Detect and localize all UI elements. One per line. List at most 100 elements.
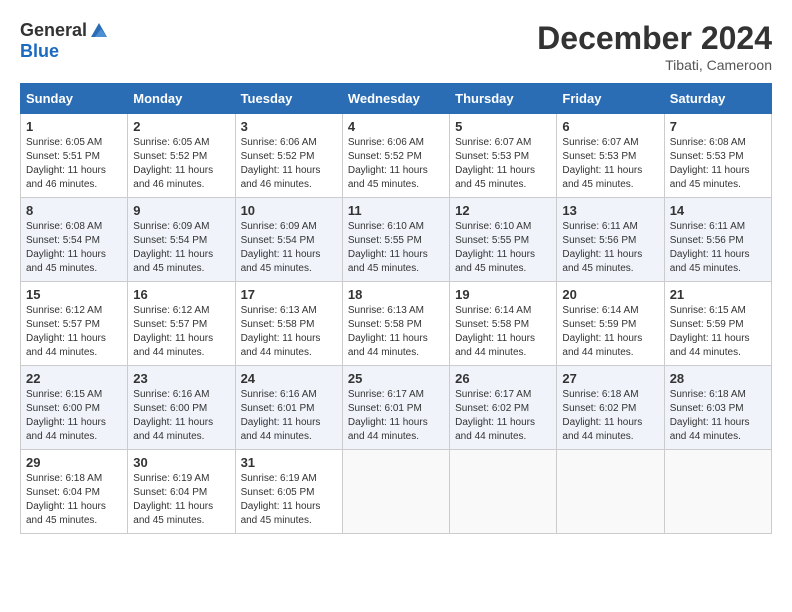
day-number: 4 <box>348 119 444 134</box>
day-number: 15 <box>26 287 122 302</box>
day-info: Sunrise: 6:05 AM Sunset: 5:52 PM Dayligh… <box>133 136 229 192</box>
day-info: Sunrise: 6:16 AM Sunset: 6:01 PM Dayligh… <box>241 388 337 444</box>
day-number: 7 <box>670 119 766 134</box>
day-info: Sunrise: 6:15 AM Sunset: 5:59 PM Dayligh… <box>670 304 766 360</box>
day-number: 16 <box>133 287 229 302</box>
day-info: Sunrise: 6:19 AM Sunset: 6:04 PM Dayligh… <box>133 472 229 528</box>
day-info: Sunrise: 6:14 AM Sunset: 5:59 PM Dayligh… <box>562 304 658 360</box>
day-number: 31 <box>241 455 337 470</box>
calendar-table: SundayMondayTuesdayWednesdayThursdayFrid… <box>20 83 772 534</box>
day-number: 22 <box>26 371 122 386</box>
page-header: General Blue December 2024 Tibati, Camer… <box>20 20 772 73</box>
day-number: 28 <box>670 371 766 386</box>
day-number: 18 <box>348 287 444 302</box>
calendar-cell: 2 Sunrise: 6:05 AM Sunset: 5:52 PM Daylig… <box>128 114 235 198</box>
calendar-cell: 25 Sunrise: 6:17 AM Sunset: 6:01 PM Dayli… <box>342 366 449 450</box>
day-info: Sunrise: 6:08 AM Sunset: 5:53 PM Dayligh… <box>670 136 766 192</box>
calendar-header-row: SundayMondayTuesdayWednesdayThursdayFrid… <box>21 84 772 114</box>
day-info: Sunrise: 6:13 AM Sunset: 5:58 PM Dayligh… <box>241 304 337 360</box>
day-info: Sunrise: 6:06 AM Sunset: 5:52 PM Dayligh… <box>241 136 337 192</box>
day-info: Sunrise: 6:17 AM Sunset: 6:02 PM Dayligh… <box>455 388 551 444</box>
calendar-cell <box>450 450 557 534</box>
calendar-cell: 22 Sunrise: 6:15 AM Sunset: 6:00 PM Dayli… <box>21 366 128 450</box>
day-number: 11 <box>348 203 444 218</box>
header-monday: Monday <box>128 84 235 114</box>
logo: General Blue <box>20 20 109 62</box>
day-info: Sunrise: 6:11 AM Sunset: 5:56 PM Dayligh… <box>562 220 658 276</box>
day-number: 29 <box>26 455 122 470</box>
day-info: Sunrise: 6:16 AM Sunset: 6:00 PM Dayligh… <box>133 388 229 444</box>
day-number: 5 <box>455 119 551 134</box>
day-info: Sunrise: 6:09 AM Sunset: 5:54 PM Dayligh… <box>241 220 337 276</box>
calendar-cell: 14Sunrise: 6:11 AM Sunset: 5:56 PM Dayli… <box>664 198 771 282</box>
calendar-cell: 23 Sunrise: 6:16 AM Sunset: 6:00 PM Dayli… <box>128 366 235 450</box>
day-number: 30 <box>133 455 229 470</box>
day-info: Sunrise: 6:18 AM Sunset: 6:03 PM Dayligh… <box>670 388 766 444</box>
calendar-cell: 4 Sunrise: 6:06 AM Sunset: 5:52 PM Daylig… <box>342 114 449 198</box>
calendar-cell: 26 Sunrise: 6:17 AM Sunset: 6:02 PM Dayli… <box>450 366 557 450</box>
calendar-cell: 17 Sunrise: 6:13 AM Sunset: 5:58 PM Dayli… <box>235 282 342 366</box>
calendar-cell: 12 Sunrise: 6:10 AM Sunset: 5:55 PM Dayli… <box>450 198 557 282</box>
day-number: 19 <box>455 287 551 302</box>
calendar-cell: 8 Sunrise: 6:08 AM Sunset: 5:54 PM Daylig… <box>21 198 128 282</box>
calendar-cell: 10Sunrise: 6:09 AM Sunset: 5:54 PM Dayli… <box>235 198 342 282</box>
header-tuesday: Tuesday <box>235 84 342 114</box>
day-info: Sunrise: 6:12 AM Sunset: 5:57 PM Dayligh… <box>133 304 229 360</box>
day-number: 6 <box>562 119 658 134</box>
day-info: Sunrise: 6:10 AM Sunset: 5:55 PM Dayligh… <box>348 220 444 276</box>
day-info: Sunrise: 6:17 AM Sunset: 6:01 PM Dayligh… <box>348 388 444 444</box>
day-number: 26 <box>455 371 551 386</box>
day-number: 17 <box>241 287 337 302</box>
calendar-cell: 24 Sunrise: 6:16 AM Sunset: 6:01 PM Dayli… <box>235 366 342 450</box>
calendar-cell: 16 Sunrise: 6:12 AM Sunset: 5:57 PM Dayli… <box>128 282 235 366</box>
calendar-cell: 27 Sunrise: 6:18 AM Sunset: 6:02 PM Dayli… <box>557 366 664 450</box>
day-info: Sunrise: 6:08 AM Sunset: 5:54 PM Dayligh… <box>26 220 122 276</box>
day-number: 12 <box>455 203 551 218</box>
day-info: Sunrise: 6:10 AM Sunset: 5:55 PM Dayligh… <box>455 220 551 276</box>
day-number: 24 <box>241 371 337 386</box>
day-info: Sunrise: 6:05 AM Sunset: 5:51 PM Dayligh… <box>26 136 122 192</box>
calendar-cell: 19 Sunrise: 6:14 AM Sunset: 5:58 PM Dayli… <box>450 282 557 366</box>
calendar-cell: 30 Sunrise: 6:19 AM Sunset: 6:04 PM Dayli… <box>128 450 235 534</box>
calendar-cell <box>664 450 771 534</box>
day-number: 21 <box>670 287 766 302</box>
logo-general-text: General <box>20 20 87 41</box>
day-info: Sunrise: 6:06 AM Sunset: 5:52 PM Dayligh… <box>348 136 444 192</box>
header-wednesday: Wednesday <box>342 84 449 114</box>
day-info: Sunrise: 6:12 AM Sunset: 5:57 PM Dayligh… <box>26 304 122 360</box>
day-number: 1 <box>26 119 122 134</box>
day-info: Sunrise: 6:15 AM Sunset: 6:00 PM Dayligh… <box>26 388 122 444</box>
day-number: 2 <box>133 119 229 134</box>
day-info: Sunrise: 6:13 AM Sunset: 5:58 PM Dayligh… <box>348 304 444 360</box>
calendar-cell: 20 Sunrise: 6:14 AM Sunset: 5:59 PM Dayli… <box>557 282 664 366</box>
calendar-week-1: 1 Sunrise: 6:05 AM Sunset: 5:51 PM Daylig… <box>21 114 772 198</box>
day-number: 9 <box>133 203 229 218</box>
day-number: 14 <box>670 203 766 218</box>
calendar-cell: 6Sunrise: 6:07 AM Sunset: 5:53 PM Daylig… <box>557 114 664 198</box>
header-saturday: Saturday <box>664 84 771 114</box>
calendar-cell: 3 Sunrise: 6:06 AM Sunset: 5:52 PM Daylig… <box>235 114 342 198</box>
day-number: 20 <box>562 287 658 302</box>
day-number: 13 <box>562 203 658 218</box>
day-number: 27 <box>562 371 658 386</box>
day-info: Sunrise: 6:07 AM Sunset: 5:53 PM Dayligh… <box>455 136 551 192</box>
day-info: Sunrise: 6:14 AM Sunset: 5:58 PM Dayligh… <box>455 304 551 360</box>
calendar-cell: 31Sunrise: 6:19 AM Sunset: 6:05 PM Dayli… <box>235 450 342 534</box>
location-subtitle: Tibati, Cameroon <box>537 57 772 73</box>
calendar-cell: 1 Sunrise: 6:05 AM Sunset: 5:51 PM Daylig… <box>21 114 128 198</box>
day-number: 8 <box>26 203 122 218</box>
month-title: December 2024 <box>537 20 772 57</box>
day-info: Sunrise: 6:18 AM Sunset: 6:02 PM Dayligh… <box>562 388 658 444</box>
calendar-week-2: 8 Sunrise: 6:08 AM Sunset: 5:54 PM Daylig… <box>21 198 772 282</box>
calendar-cell: 18 Sunrise: 6:13 AM Sunset: 5:58 PM Dayli… <box>342 282 449 366</box>
logo-blue-text: Blue <box>20 41 59 62</box>
day-number: 3 <box>241 119 337 134</box>
header-thursday: Thursday <box>450 84 557 114</box>
day-number: 23 <box>133 371 229 386</box>
header-sunday: Sunday <box>21 84 128 114</box>
calendar-cell: 28 Sunrise: 6:18 AM Sunset: 6:03 PM Dayli… <box>664 366 771 450</box>
day-number: 25 <box>348 371 444 386</box>
calendar-cell: 9Sunrise: 6:09 AM Sunset: 5:54 PM Daylig… <box>128 198 235 282</box>
calendar-cell: 11 Sunrise: 6:10 AM Sunset: 5:55 PM Dayli… <box>342 198 449 282</box>
calendar-cell <box>557 450 664 534</box>
